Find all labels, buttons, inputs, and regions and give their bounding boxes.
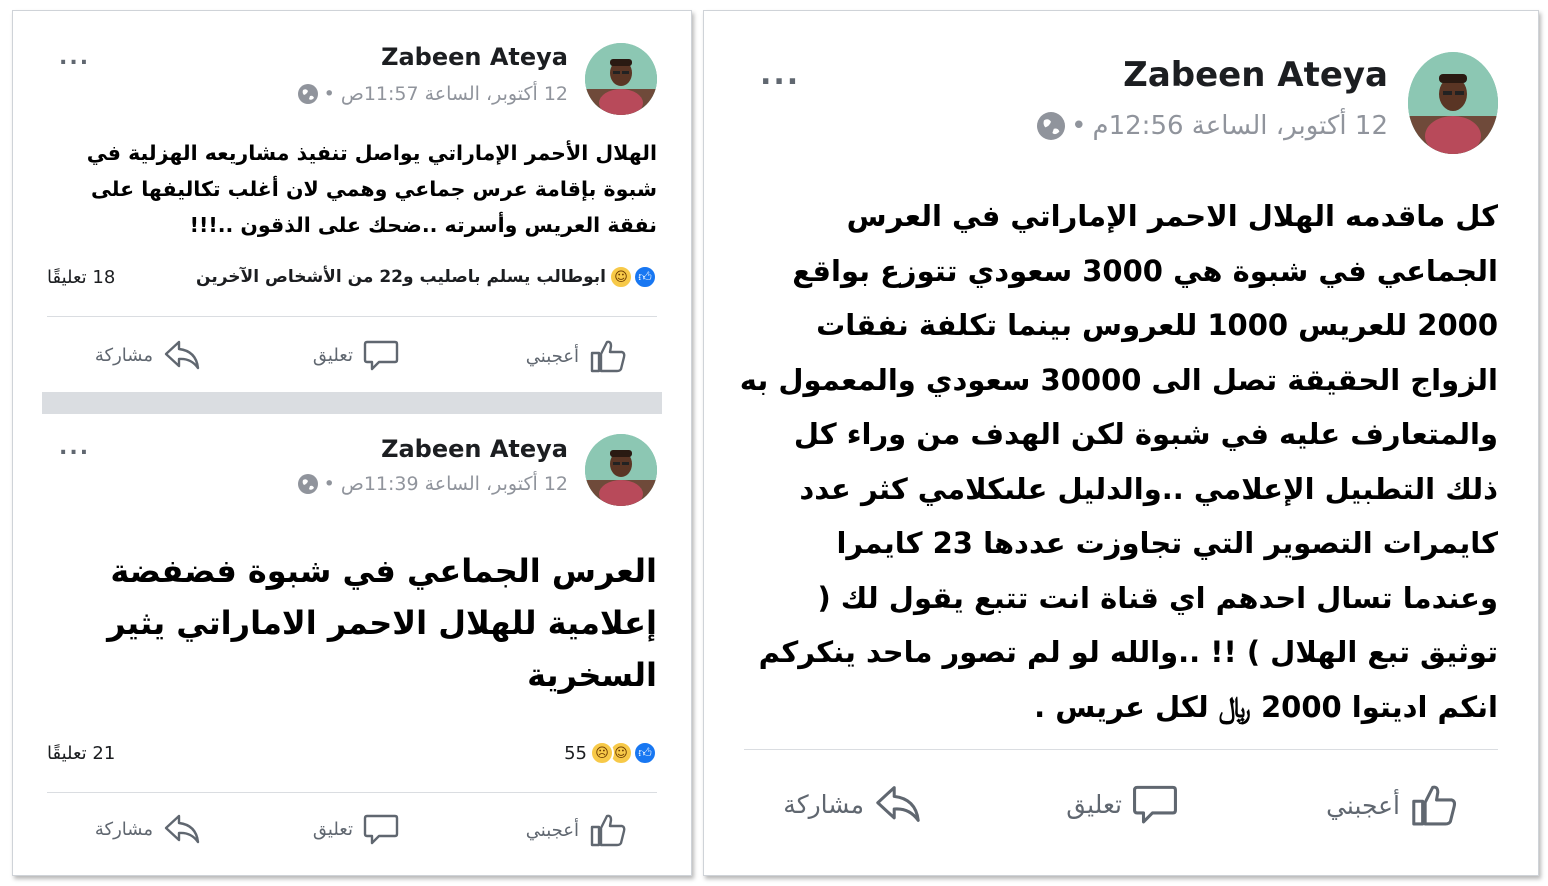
- post-body: الهلال الأحمر الإماراتي يواصل تنفيذ مشار…: [86, 141, 657, 237]
- author-avatar[interactable]: [585, 43, 657, 115]
- thumb-up-icon: [590, 814, 626, 847]
- more-dots-icon[interactable]: ...: [59, 435, 90, 460]
- like-label: أعجبني: [1326, 790, 1400, 820]
- more-dots-icon[interactable]: ...: [760, 57, 800, 92]
- share-arrow-icon: [164, 814, 200, 844]
- share-label: مشاركة: [94, 344, 153, 366]
- like-icon: 👍︎: [633, 265, 657, 289]
- post-body: العرس الجماعي في شبوة فضفضة إعلامية للهل…: [107, 552, 657, 694]
- share-label: مشاركة: [94, 818, 153, 840]
- divider: [47, 316, 657, 317]
- like-button[interactable]: أعجبني: [526, 812, 627, 848]
- divider: [47, 792, 657, 793]
- comment-bubble-icon: [363, 340, 399, 371]
- post-timestamp[interactable]: 12 أكتوبر، الساعة 11:57ص: [341, 83, 568, 105]
- feed-separator: [42, 392, 662, 414]
- post-meta: 12 أكتوبر، الساعة 12:56م •: [1037, 111, 1388, 141]
- like-button[interactable]: أعجبني: [526, 338, 627, 374]
- comment-label: تعليق: [312, 818, 353, 840]
- sad-icon: ☹: [590, 741, 614, 765]
- post-meta: 12 أكتوبر، الساعة 11:57ص •: [297, 83, 568, 105]
- reaction-icons: 👍︎ ☺ ☹: [590, 741, 657, 765]
- share-button[interactable]: مشاركة: [95, 338, 201, 372]
- comment-button[interactable]: تعليق: [1066, 781, 1178, 827]
- comment-label: تعليق: [312, 344, 353, 366]
- share-button[interactable]: مشاركة: [95, 812, 201, 846]
- author-avatar[interactable]: [1408, 52, 1498, 154]
- divider: [744, 749, 1498, 750]
- globe-icon: [297, 84, 318, 104]
- post-timestamp[interactable]: 12 أكتوبر، الساعة 12:56م: [1092, 111, 1388, 141]
- comment-button[interactable]: تعليق: [313, 812, 399, 846]
- reaction-icons: 👍︎ ☺: [609, 265, 657, 289]
- like-button[interactable]: أعجبني: [1326, 781, 1458, 829]
- comment-bubble-icon: [1133, 785, 1177, 824]
- author-name[interactable]: Zabeen Ateya: [381, 43, 568, 71]
- like-icon: 👍︎: [633, 741, 657, 765]
- reaction-names: ابوطالب يسلم باصليب و22 من الأشخاص الآخر…: [196, 267, 606, 287]
- post-card: Zabeen Ateya 12 أكتوبر، الساعة 11:57ص • …: [13, 11, 691, 396]
- share-arrow-icon: [876, 786, 920, 822]
- left-screenshot-panel: Zabeen Ateya 12 أكتوبر، الساعة 11:57ص • …: [12, 10, 692, 876]
- right-screenshot-panel: Zabeen Ateya 12 أكتوبر، الساعة 12:56م • …: [703, 10, 1539, 876]
- comments-count[interactable]: 21 تعليقًا: [47, 743, 115, 764]
- comment-label: تعليق: [1066, 789, 1122, 819]
- author-avatar[interactable]: [585, 434, 657, 506]
- meta-separator: •: [323, 83, 335, 105]
- reaction-count: 55: [564, 742, 587, 764]
- globe-icon: [1037, 112, 1066, 140]
- reaction-summary[interactable]: 👍︎ ☺ ☹ 55: [564, 741, 657, 765]
- comments-count[interactable]: 18 تعليقًا: [47, 267, 115, 288]
- share-label: مشاركة: [783, 789, 864, 819]
- post-body: كل ماقدمه الهلال الاحمر الإماراتي في الع…: [739, 199, 1498, 724]
- meta-separator: •: [1071, 111, 1087, 141]
- haha-icon: ☺: [609, 265, 633, 289]
- share-arrow-icon: [164, 340, 200, 370]
- thumb-up-icon: [1412, 785, 1457, 826]
- comment-bubble-icon: [363, 814, 399, 845]
- post-card: Zabeen Ateya 12 أكتوبر، الساعة 11:39ص • …: [13, 415, 691, 877]
- share-button[interactable]: مشاركة: [783, 781, 922, 827]
- meta-separator: •: [323, 473, 335, 495]
- globe-icon: [297, 474, 318, 494]
- post-card: Zabeen Ateya 12 أكتوبر، الساعة 12:56م • …: [704, 11, 1538, 877]
- reaction-summary[interactable]: 👍︎ ☺ ابوطالب يسلم باصليب و22 من الأشخاص …: [196, 265, 657, 289]
- like-label: أعجبني: [525, 819, 579, 841]
- comment-button[interactable]: تعليق: [313, 338, 399, 372]
- author-name[interactable]: Zabeen Ateya: [1123, 55, 1388, 95]
- post-meta: 12 أكتوبر، الساعة 11:39ص •: [297, 473, 568, 495]
- post-timestamp[interactable]: 12 أكتوبر، الساعة 11:39ص: [341, 473, 568, 495]
- thumb-up-icon: [590, 340, 626, 373]
- author-name[interactable]: Zabeen Ateya: [381, 435, 568, 463]
- like-label: أعجبني: [525, 345, 579, 367]
- more-dots-icon[interactable]: ...: [59, 45, 90, 70]
